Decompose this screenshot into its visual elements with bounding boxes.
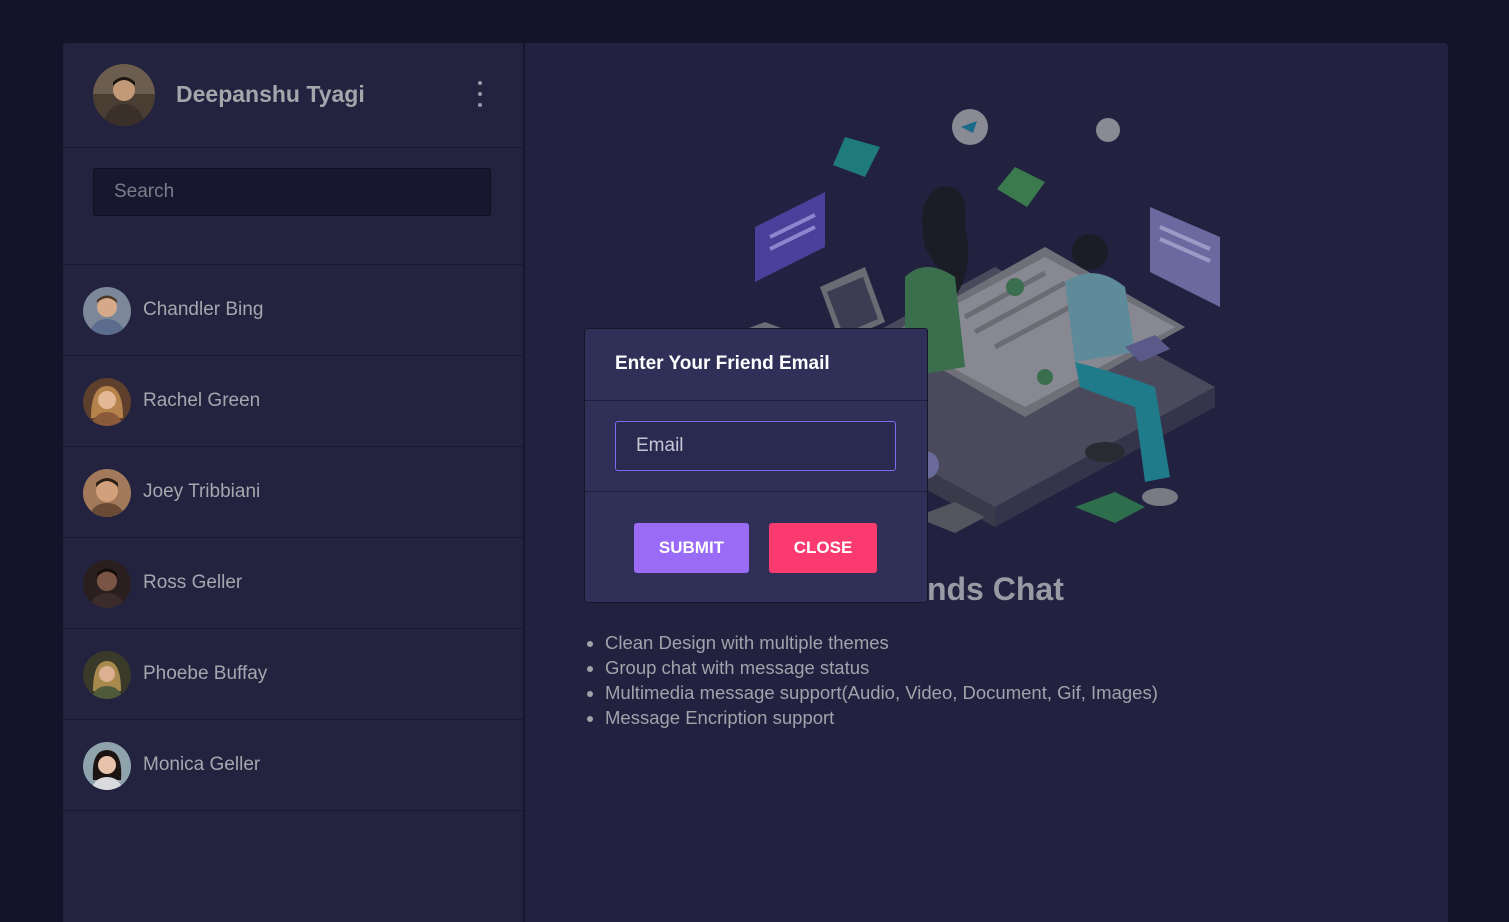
- email-input[interactable]: [615, 421, 896, 471]
- submit-button[interactable]: SUBMIT: [634, 523, 749, 573]
- feature-item: Message Encription support: [605, 705, 1158, 730]
- profile-header: Deepanshu Tyagi: [63, 43, 523, 148]
- modal-header: Enter Your Friend Email: [585, 329, 927, 401]
- contact-name: Monica Geller: [143, 754, 261, 775]
- add-friend-modal: Enter Your Friend Email SUBMIT CLOSE: [584, 328, 928, 603]
- contact-item[interactable]: Monica Geller: [63, 720, 523, 811]
- profile-name: Deepanshu Tyagi: [176, 81, 365, 107]
- search-section: [63, 148, 523, 265]
- feature-item: Clean Design with multiple themes: [605, 630, 1158, 655]
- contact-name: Chandler Bing: [143, 299, 264, 320]
- contact-avatar: [83, 378, 131, 426]
- contact-name: Ross Geller: [143, 572, 243, 593]
- contact-item[interactable]: Chandler Bing: [63, 265, 523, 356]
- close-button[interactable]: CLOSE: [769, 523, 877, 573]
- modal-title: Enter Your Friend Email: [615, 353, 830, 374]
- sidebar: Deepanshu Tyagi Chandler Bing: [63, 43, 525, 922]
- feature-item: Group chat with message status: [605, 655, 1158, 680]
- feature-list: Clean Design with multiple themes Group …: [585, 630, 1158, 730]
- contact-item[interactable]: Rachel Green: [63, 356, 523, 447]
- search-input[interactable]: [93, 168, 491, 216]
- contact-item[interactable]: Ross Geller: [63, 538, 523, 629]
- contact-avatar: [83, 742, 131, 790]
- contact-item[interactable]: Phoebe Buffay: [63, 629, 523, 720]
- contact-avatar: [83, 469, 131, 517]
- contact-avatar: [83, 560, 131, 608]
- contact-name: Rachel Green: [143, 390, 261, 411]
- contact-item[interactable]: Joey Tribbiani: [63, 447, 523, 538]
- kebab-menu-icon[interactable]: [471, 81, 489, 107]
- contact-name: Phoebe Buffay: [143, 663, 268, 684]
- modal-footer: SUBMIT CLOSE: [585, 492, 927, 602]
- contact-avatar: [83, 287, 131, 335]
- modal-body: [585, 401, 927, 492]
- user-avatar[interactable]: [93, 64, 155, 126]
- feature-item: Multimedia message support(Audio, Video,…: [605, 680, 1158, 705]
- contact-name: Joey Tribbiani: [143, 481, 261, 502]
- contact-avatar: [83, 651, 131, 699]
